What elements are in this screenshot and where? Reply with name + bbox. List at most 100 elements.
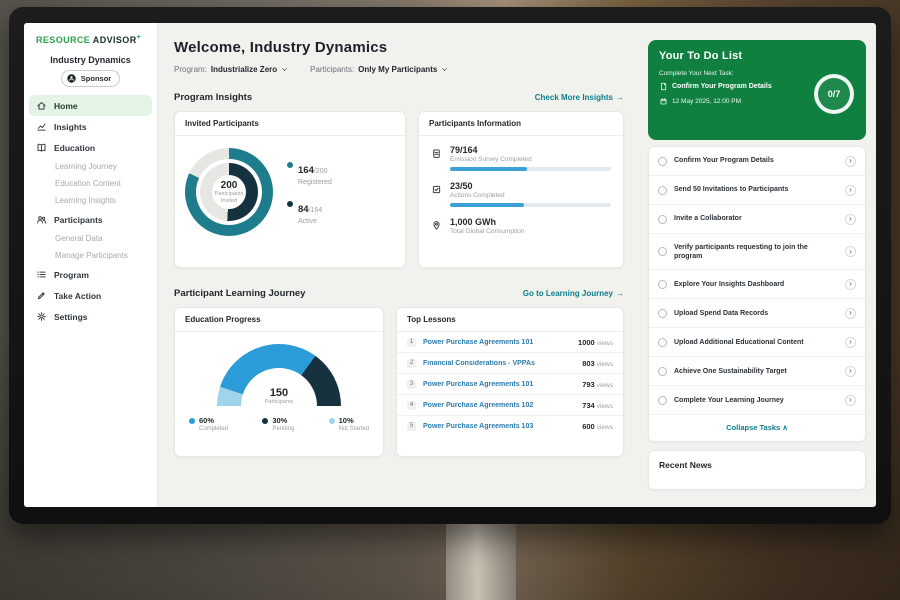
- legend-dot: [189, 418, 195, 424]
- go-to-learning-journey-link[interactable]: Go to Learning Journey →: [523, 289, 624, 298]
- task-checkbox[interactable]: [658, 215, 667, 224]
- task-complete-learning-journey[interactable]: Complete Your Learning Journey ›: [649, 386, 865, 415]
- todo-due-label: 12 May 2025, 12:00 PM: [672, 98, 741, 105]
- invited-participants-donut: 200 Participants Invited: [185, 148, 273, 236]
- info-label: Total Global Consumption: [450, 228, 611, 235]
- sidebar-item-general-data[interactable]: General Data: [24, 230, 157, 247]
- task-checkbox[interactable]: [658, 186, 667, 195]
- sponsor-badge: Sponsor: [61, 70, 120, 87]
- recent-news-card: Recent News: [648, 450, 866, 490]
- chevron-right-icon[interactable]: ›: [845, 395, 856, 406]
- arrow-right-icon: →: [616, 289, 624, 298]
- legend-item: 10% Not Started: [329, 416, 369, 432]
- task-explore-insights[interactable]: Explore Your Insights Dashboard ›: [649, 270, 865, 299]
- brand-plus: +: [137, 34, 142, 41]
- screen: RESOURCE ADVISOR+ Industry Dynamics Spon…: [24, 23, 876, 507]
- brand-advisor: ADVISOR: [93, 35, 137, 45]
- sidebar-item-home[interactable]: Home: [29, 95, 152, 116]
- chevron-right-icon[interactable]: ›: [845, 246, 856, 257]
- link-label: Go to Learning Journey: [523, 289, 613, 298]
- info-label: Actions Completed: [450, 192, 611, 199]
- task-send-invitations[interactable]: Send 50 Invitations to Participants ›: [649, 176, 865, 205]
- legend-label: Pending: [272, 426, 294, 432]
- task-checkbox[interactable]: [658, 309, 667, 318]
- task-invite-collaborator[interactable]: Invite a Collaborator ›: [649, 205, 865, 234]
- card-title: Top Lessons: [397, 308, 623, 332]
- monitor-bezel: RESOURCE ADVISOR+ Industry Dynamics Spon…: [9, 7, 891, 524]
- task-upload-spend-data[interactable]: Upload Spend Data Records ›: [649, 299, 865, 328]
- lesson-link[interactable]: Power Purchase Agreements 101: [423, 339, 571, 346]
- lesson-link[interactable]: Power Purchase Agreements 101: [423, 381, 575, 388]
- recent-news-title: Recent News: [659, 460, 855, 470]
- sidebar-item-learning-insights[interactable]: Learning Insights: [24, 192, 157, 209]
- task-upload-educational-content[interactable]: Upload Additional Educational Content ›: [649, 328, 865, 357]
- collapse-tasks-button[interactable]: Collapse Tasks ∧: [649, 415, 865, 439]
- lesson-link[interactable]: Power Purchase Agreements 103: [423, 423, 575, 430]
- collapse-tasks-label: Collapse Tasks: [726, 423, 780, 432]
- lesson-link[interactable]: Financial Considerations - VPPAs: [423, 360, 575, 367]
- task-confirm-program-details[interactable]: Confirm Your Program Details ›: [649, 147, 865, 176]
- task-checkbox[interactable]: [658, 247, 667, 256]
- card-title: Invited Participants: [175, 112, 405, 136]
- task-checkbox[interactable]: [658, 280, 667, 289]
- task-checkbox[interactable]: [658, 396, 667, 405]
- lesson-views-value: 1000: [578, 338, 595, 347]
- chevron-right-icon[interactable]: ›: [845, 366, 856, 377]
- todo-panel: Your To Do List Complete Your Next Task:…: [648, 40, 866, 507]
- filters-bar: Program: Industrialize Zero Participants…: [174, 65, 624, 74]
- participants-filter[interactable]: Participants: Only My Participants: [310, 65, 448, 74]
- task-achieve-sustainability-target[interactable]: Achieve One Sustainability Target ›: [649, 357, 865, 386]
- participants-filter-value: Only My Participants: [358, 65, 437, 74]
- todo-progress-value: 0/7: [828, 89, 841, 99]
- book-icon: [36, 142, 47, 153]
- home-icon: [36, 100, 47, 111]
- sidebar-item-label: General Data: [55, 234, 103, 243]
- legend-value: 84: [298, 204, 309, 215]
- lesson-link[interactable]: Power Purchase Agreements 102: [423, 402, 575, 409]
- legend-dot: [287, 201, 293, 207]
- people-icon: [36, 214, 47, 225]
- task-checkbox[interactable]: [658, 367, 667, 376]
- lesson-views-value: 600: [582, 422, 595, 431]
- lesson-views-unit: views: [597, 340, 613, 347]
- chevron-down-icon: [281, 66, 288, 73]
- chevron-right-icon[interactable]: ›: [845, 279, 856, 290]
- check-more-insights-link[interactable]: Check More Insights →: [535, 93, 624, 102]
- sidebar-item-education-content[interactable]: Education Content: [24, 175, 157, 192]
- sidebar-item-take-action[interactable]: Take Action: [24, 285, 157, 306]
- monitor-stand: [446, 520, 516, 600]
- task-verify-participants[interactable]: Verify participants requesting to join t…: [649, 234, 865, 270]
- lesson-row: 5 Power Purchase Agreements 103 600views: [397, 416, 623, 436]
- chevron-right-icon[interactable]: ›: [845, 185, 856, 196]
- sidebar-item-program[interactable]: Program: [24, 264, 157, 285]
- sidebar-item-participants[interactable]: Participants: [24, 209, 157, 230]
- sidebar-item-learning-journey[interactable]: Learning Journey: [24, 158, 157, 175]
- task-checkbox[interactable]: [658, 338, 667, 347]
- task-label: Verify participants requesting to join t…: [674, 243, 838, 261]
- sidebar-item-label: Manage Participants: [55, 251, 128, 260]
- chevron-right-icon[interactable]: ›: [845, 308, 856, 319]
- task-checkbox[interactable]: [658, 157, 667, 166]
- info-value: 23/50: [450, 181, 611, 191]
- legend-label: Registered: [298, 179, 332, 186]
- sidebar-item-settings[interactable]: Settings: [24, 306, 157, 327]
- chevron-right-icon[interactable]: ›: [845, 337, 856, 348]
- sidebar-item-label: Insights: [54, 122, 87, 132]
- chevron-right-icon[interactable]: ›: [845, 214, 856, 225]
- legend-value: 164: [298, 165, 314, 176]
- gauge-center-value: 150: [270, 387, 288, 399]
- participants-information-card: Participants Information 79/164 Emission…: [418, 111, 624, 268]
- sidebar-item-insights[interactable]: Insights: [24, 116, 157, 137]
- program-filter[interactable]: Program: Industrialize Zero: [174, 65, 288, 74]
- invited-participants-card: Invited Participants 200 Participants In…: [174, 111, 406, 268]
- sidebar-item-education[interactable]: Education: [24, 137, 157, 158]
- lesson-views-unit: views: [597, 424, 613, 431]
- chevron-right-icon[interactable]: ›: [845, 156, 856, 167]
- legend-item: 84/164 Active: [287, 199, 332, 225]
- lesson-row: 4 Power Purchase Agreements 102 734views: [397, 395, 623, 416]
- sidebar-item-manage-participants[interactable]: Manage Participants: [24, 247, 157, 264]
- education-progress-gauge: 150 Participants: [217, 344, 341, 406]
- legend-label: Completed: [199, 426, 228, 432]
- main-content: Welcome, Industry Dynamics Program: Indu…: [158, 23, 638, 507]
- task-label: Confirm Your Program Details: [674, 156, 838, 165]
